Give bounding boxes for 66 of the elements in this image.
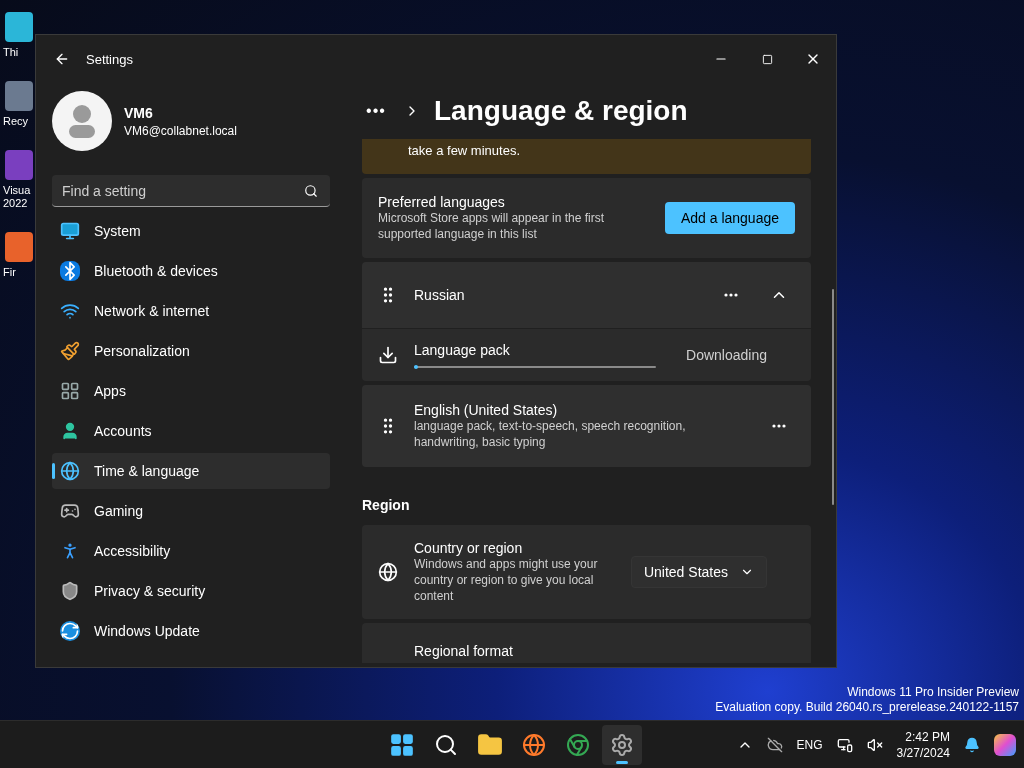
notice-text: take a few minutes. bbox=[408, 143, 520, 158]
watermark-line: Evaluation copy. Build 26040.rs_prerelease.240122-1157 bbox=[715, 700, 1019, 715]
section-description: Microsoft Store apps will appear in the first supported language in this list bbox=[378, 210, 606, 242]
sidebar-item[interactable]: Network & internet bbox=[52, 293, 330, 329]
setting-title: Regional format bbox=[414, 643, 514, 659]
desktop-icon-label: Visua 2022 bbox=[3, 184, 31, 210]
shield-icon bbox=[60, 581, 80, 601]
section-heading: Region bbox=[362, 497, 411, 513]
breadcrumb-overflow-button[interactable]: ••• bbox=[362, 95, 390, 127]
scrollbar-thumb[interactable] bbox=[832, 289, 834, 505]
language-indicator[interactable]: ENG bbox=[796, 738, 823, 752]
copilot-icon[interactable] bbox=[994, 734, 1016, 756]
sidebar-item[interactable]: Apps bbox=[52, 373, 330, 409]
search-field[interactable]: Find a setting bbox=[52, 175, 330, 207]
gamepad-icon bbox=[60, 501, 80, 521]
maximize-icon bbox=[761, 53, 773, 65]
search-icon bbox=[434, 733, 458, 757]
volume-muted-icon[interactable] bbox=[866, 737, 883, 753]
setting-title: Country or region bbox=[414, 540, 524, 556]
country-dropdown[interactable]: United States bbox=[630, 556, 767, 588]
section-title: Preferred languages bbox=[378, 194, 506, 210]
language-features: language pack, text-to-speech, speech recognition, handwriting, basic typing bbox=[414, 418, 687, 450]
user-email: VM6@collabnet.local bbox=[124, 123, 237, 138]
page-title: Language & region bbox=[434, 95, 688, 127]
globe-icon bbox=[378, 562, 398, 582]
taskbar-app-button[interactable] bbox=[602, 725, 642, 765]
folder-icon bbox=[477, 732, 503, 758]
clock[interactable]: 2:42 PM 3/27/2024 bbox=[896, 729, 950, 761]
window-title: Settings bbox=[86, 51, 134, 67]
person-icon bbox=[60, 421, 80, 441]
desktop-icon-label: Recy bbox=[3, 115, 29, 128]
pack-label: Language pack bbox=[414, 342, 511, 358]
sidebar-item[interactable]: Windows Update bbox=[52, 613, 330, 649]
cloud-off-icon[interactable] bbox=[766, 737, 783, 753]
sidebar-item[interactable]: Personalization bbox=[52, 333, 330, 369]
sidebar-item[interactable]: Time & language bbox=[52, 453, 330, 489]
language-name: English (United States) bbox=[414, 402, 559, 418]
watermark-line: Windows 11 Pro Insider Preview bbox=[846, 685, 1019, 700]
sidebar-item[interactable]: System bbox=[52, 213, 330, 249]
refresh-icon bbox=[60, 621, 80, 641]
sidebar-item[interactable]: Bluetooth & devices bbox=[52, 253, 330, 289]
sidebar-item[interactable]: Accessibility bbox=[52, 533, 330, 569]
desktop-icon-label: Thi bbox=[3, 46, 19, 59]
gear-icon bbox=[610, 733, 634, 757]
avatar-icon bbox=[52, 91, 112, 151]
search-icon bbox=[304, 184, 318, 198]
apps-grid-icon bbox=[60, 381, 80, 401]
network-icon[interactable] bbox=[836, 737, 853, 753]
desktop-icon-label: Fir bbox=[3, 266, 16, 279]
sidebar-item[interactable]: Gaming bbox=[52, 493, 330, 529]
download-status: Downloading bbox=[686, 347, 767, 363]
bluetooth-icon bbox=[60, 261, 80, 281]
paintbrush-icon bbox=[60, 341, 80, 361]
chrome-icon bbox=[566, 733, 590, 757]
wifi-icon bbox=[60, 301, 80, 321]
user-name: VM6 bbox=[124, 104, 154, 121]
windows-logo-icon bbox=[389, 732, 415, 758]
more-icon bbox=[724, 293, 738, 297]
setting-description: Windows and apps might use your country or region to give you local content bbox=[414, 556, 599, 604]
bell-icon[interactable] bbox=[964, 737, 980, 753]
more-icon bbox=[772, 424, 786, 428]
language-name: Russian bbox=[414, 287, 466, 303]
add-language-button[interactable]: Add a language bbox=[664, 202, 795, 234]
sidebar-item[interactable]: Privacy & security bbox=[52, 573, 330, 609]
download-icon bbox=[378, 345, 398, 365]
sidebar-item[interactable]: Accounts bbox=[52, 413, 330, 449]
